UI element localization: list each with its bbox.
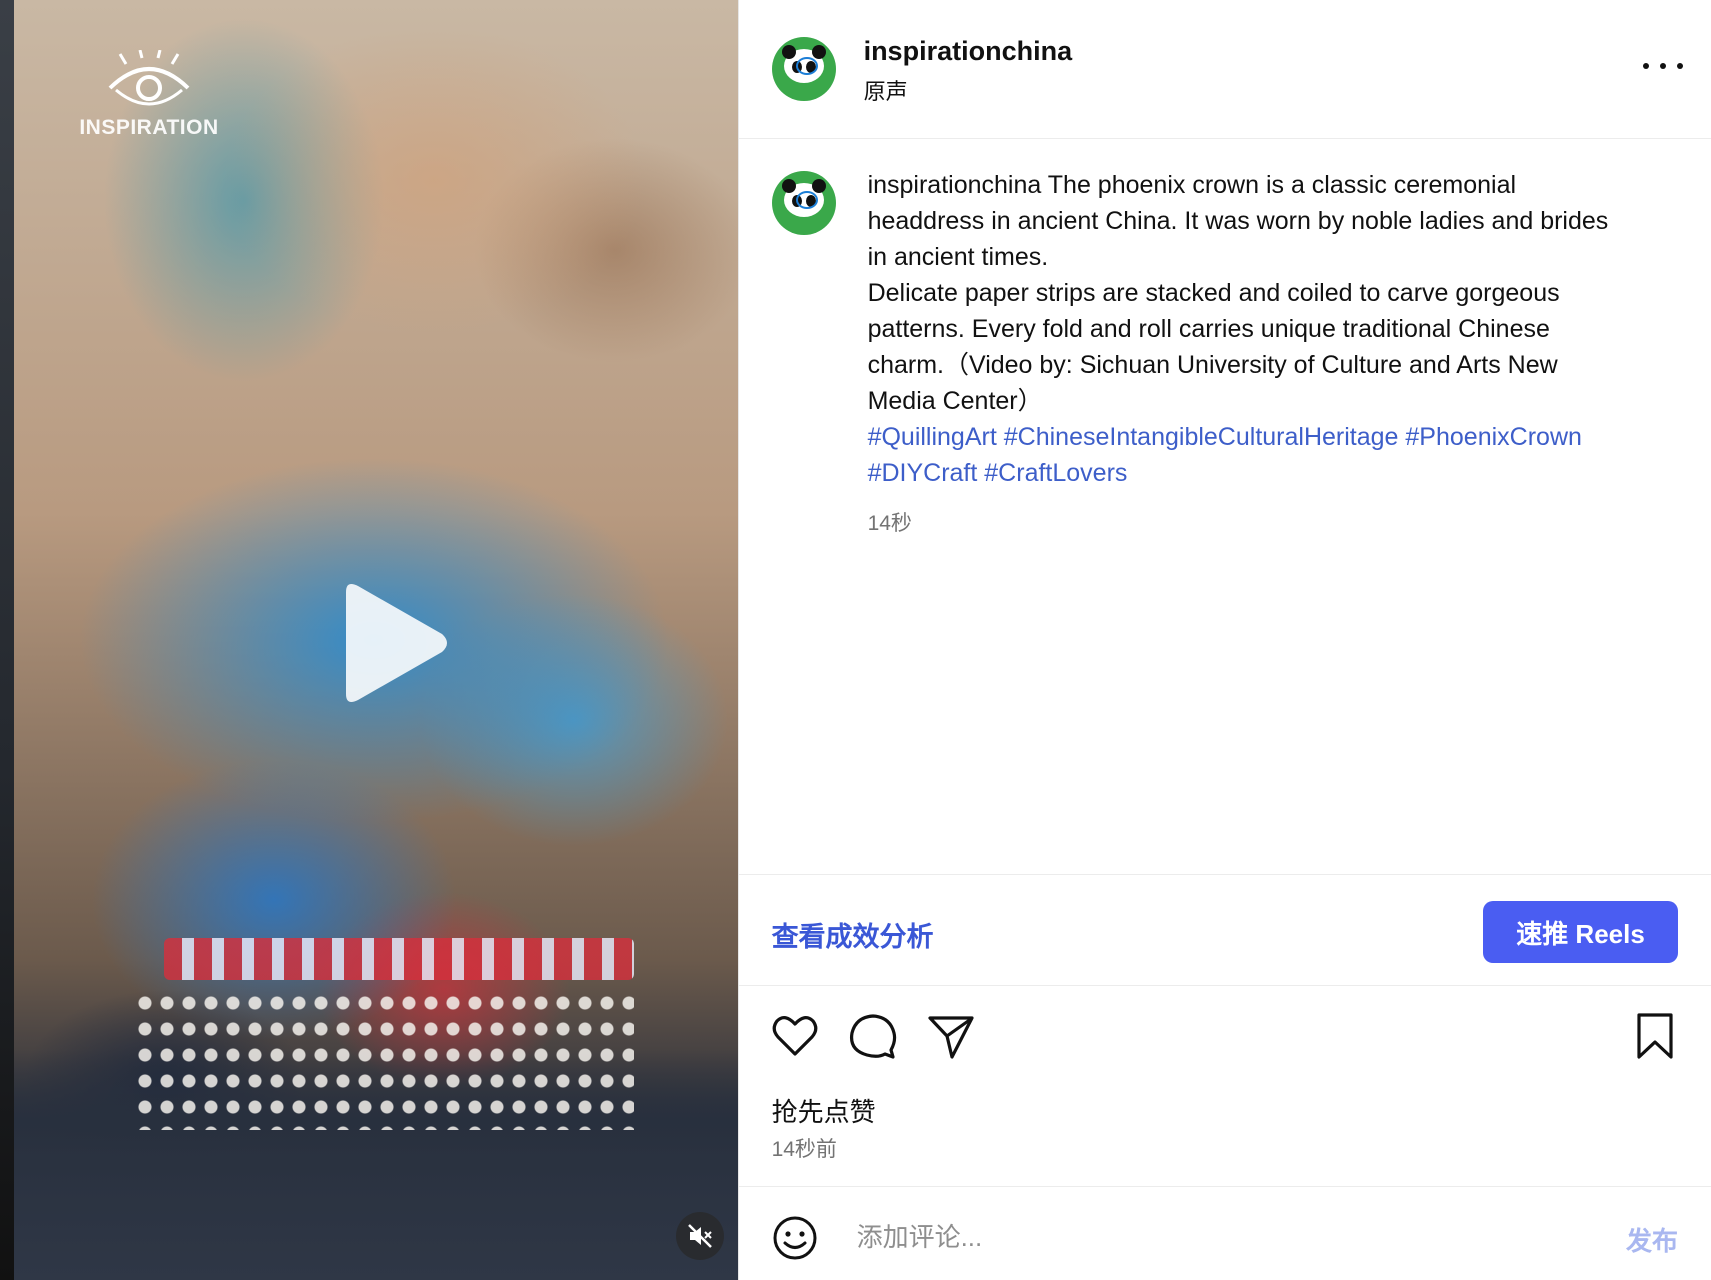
comment-input[interactable]	[854, 1211, 1519, 1263]
comment-icon	[849, 1014, 896, 1059]
inspiration-watermark: INSPIRATION	[74, 50, 224, 140]
caption-timestamp: 14秒	[867, 512, 912, 535]
post-header: inspirationchina 原声	[738, 0, 1711, 139]
play-button[interactable]	[332, 578, 452, 708]
pearl-tassels-decoration	[133, 990, 634, 1130]
view-insights-link[interactable]: 查看成效分析	[772, 915, 934, 954]
audio-label[interactable]: 原声	[864, 74, 908, 106]
save-button[interactable]	[1629, 1010, 1681, 1062]
crown-band-decoration	[163, 938, 634, 980]
caption-avatar[interactable]	[771, 171, 836, 235]
caption-username[interactable]: inspirationchina	[868, 171, 1042, 199]
caption-section: inspirationchina The phoenix crown is a …	[739, 139, 1711, 874]
hashtag-link[interactable]: #CraftLovers	[984, 459, 1127, 487]
share-button[interactable]	[925, 1010, 977, 1062]
mute-button[interactable]	[675, 1212, 724, 1260]
action-bar	[739, 1010, 1711, 1066]
heart-icon	[772, 1016, 817, 1056]
watermark-text: INSPIRATION	[79, 116, 219, 139]
hashtag-link[interactable]: #DIYCraft	[868, 459, 978, 487]
post-comment-button[interactable]: 发布	[1626, 1221, 1678, 1258]
play-icon	[345, 584, 447, 702]
eye-logo-icon	[108, 50, 190, 106]
comment-button[interactable]	[847, 1010, 899, 1062]
more-options-button[interactable]	[1643, 54, 1683, 78]
video-player[interactable]: INSPIRATION	[13, 0, 738, 1280]
volume-muted-icon	[688, 1224, 712, 1248]
like-button[interactable]	[769, 1010, 821, 1062]
boost-reels-button[interactable]: 速推 Reels	[1483, 901, 1678, 963]
post-timestamp: 14秒前	[771, 1138, 837, 1161]
likes-summary[interactable]: 抢先点赞	[772, 1092, 876, 1129]
emoji-button[interactable]	[772, 1215, 818, 1261]
panda-glasses	[795, 57, 818, 75]
panda-ear-right	[811, 179, 826, 193]
hashtag-link[interactable]: #ChineseIntangibleCulturalHeritage	[1004, 423, 1399, 451]
caption-text: inspirationchina The phoenix crown is a …	[868, 167, 1628, 491]
panda-glasses	[795, 191, 818, 209]
more-horizontal-icon	[1643, 63, 1649, 69]
more-dot	[1660, 63, 1666, 69]
background-strip	[0, 0, 14, 1280]
hashtag-list: #QuillingArt #ChineseIntangibleCulturalH…	[868, 419, 1628, 491]
bookmark-icon	[1637, 1013, 1673, 1059]
comment-bar: 发布	[738, 1186, 1711, 1280]
hashtag-link[interactable]: #QuillingArt	[868, 423, 997, 451]
avatar[interactable]	[771, 37, 836, 101]
panda-ear-left	[781, 179, 796, 193]
hashtag-link[interactable]: #PhoenixCrown	[1405, 423, 1582, 451]
caption-paragraph-1: inspirationchina The phoenix crown is a …	[868, 167, 1628, 275]
post-window: INSPIRATION inspirationchina 原声 inspirat…	[0, 0, 1711, 1280]
emoji-icon	[773, 1216, 817, 1260]
panda-ear-left	[781, 45, 796, 59]
post-side-panel: inspirationchina 原声 inspirationchina The…	[737, 0, 1711, 1280]
insights-row: 查看成效分析 速推 Reels	[738, 874, 1711, 986]
more-dot	[1677, 63, 1683, 69]
panda-ear-right	[811, 45, 826, 59]
send-icon	[927, 1016, 974, 1059]
header-username[interactable]: inspirationchina	[864, 36, 1073, 67]
caption-paragraph-2: Delicate paper strips are stacked and co…	[867, 279, 1560, 415]
